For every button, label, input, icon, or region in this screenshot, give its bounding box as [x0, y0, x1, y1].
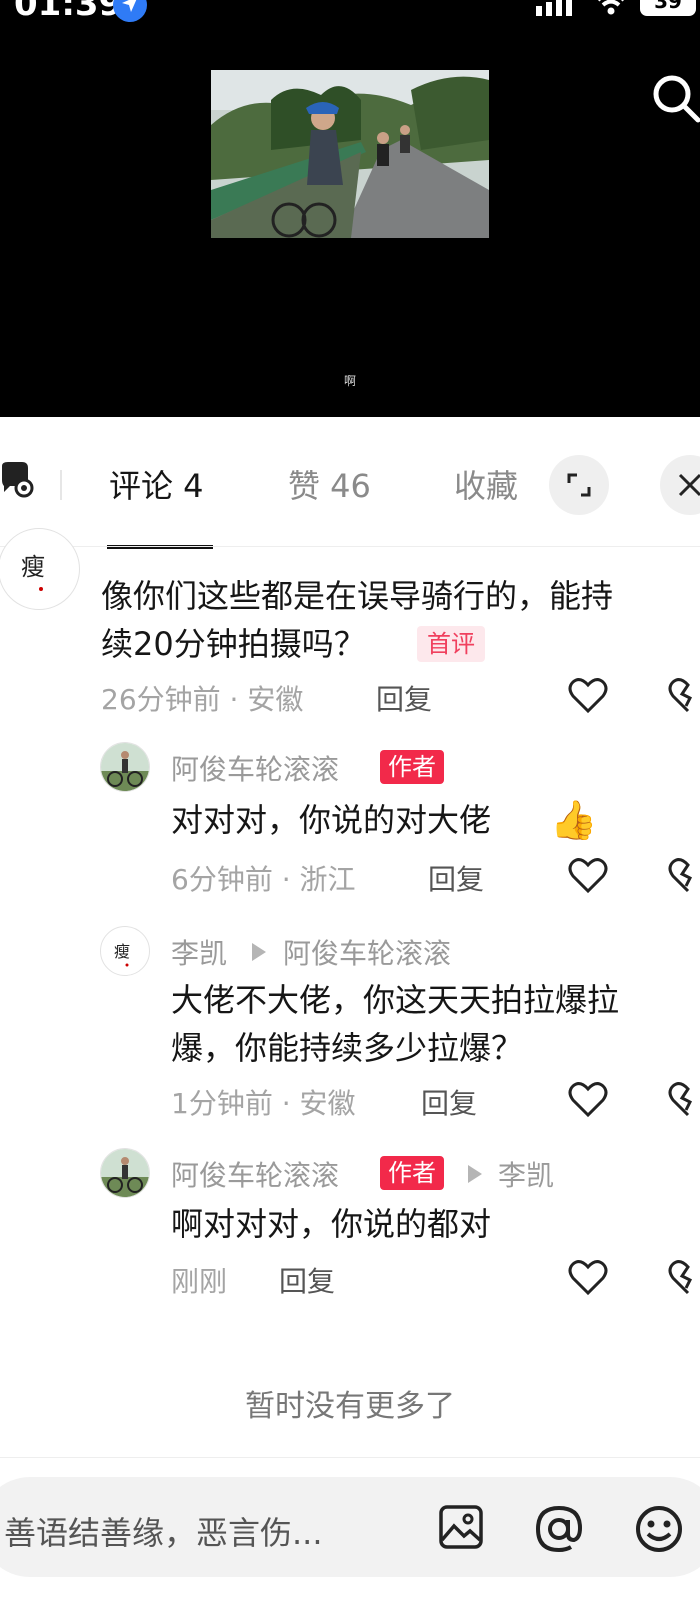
tab-comments[interactable]: 评论 4 [109, 466, 204, 506]
svg-text:瘦: 瘦 [114, 942, 130, 961]
tab-likes[interactable]: 赞 46 [288, 466, 371, 506]
author-badge: 作者 [380, 1156, 444, 1190]
video-player[interactable]: 01:39 39 啊 [0, 0, 700, 417]
reply-button[interactable]: 回复 [421, 1082, 477, 1122]
battery-indicator: 39 [640, 0, 696, 16]
reply-arrow-icon [252, 943, 266, 961]
dislike-icon[interactable] [668, 856, 700, 894]
thumbs-up-emoji: 👍 [550, 798, 598, 842]
comment-text: 像你们这些都是在误导骑行的，能持 [101, 577, 614, 615]
comment-author-name[interactable]: 阿俊车轮滚滚 [171, 748, 339, 788]
image-icon[interactable] [438, 1504, 484, 1550]
reply-arrow-icon [468, 1165, 482, 1183]
reply-button[interactable]: 回复 [428, 858, 484, 898]
chat-settings-icon[interactable] [0, 462, 34, 498]
reply-to-name[interactable]: 阿俊车轮滚滚 [283, 932, 451, 972]
comment-meta: 刚刚 [171, 1265, 228, 1298]
avatar[interactable]: 瘦 [100, 926, 150, 976]
calligraphy-avatar-icon: 瘦 [114, 942, 130, 967]
no-more-comments-text: 暂时没有更多了 [245, 1389, 455, 1424]
avatar[interactable] [100, 1148, 150, 1198]
input-separator [0, 1457, 700, 1458]
comment-text: 爆，你能持续多少拉爆？ [171, 1029, 524, 1067]
search-icon[interactable] [652, 74, 700, 126]
cyclist-avatar-icon [101, 1149, 149, 1197]
calligraphy-avatar-icon: 瘦 [21, 553, 45, 591]
video-thumbnail [211, 70, 489, 238]
comment-text: 啊对对对，你说的都对 [171, 1205, 492, 1243]
video-caption: 啊 [343, 374, 356, 388]
comment-author-name[interactable]: 李凯 [171, 932, 227, 972]
comment-text: 续20分钟拍摄吗？ [101, 625, 366, 663]
avatar[interactable] [100, 742, 150, 792]
comment-meta: 6分钟前 · 浙江 [171, 863, 356, 896]
close-icon [678, 473, 700, 497]
dislike-icon[interactable] [668, 676, 700, 714]
comment-text: 对对对，你说的对大佬 [171, 801, 492, 839]
comment-meta: 1分钟前 · 安徽 [171, 1087, 356, 1120]
first-comment-badge: 首评 [417, 626, 485, 662]
signal-icon [536, 0, 572, 16]
cyclist-avatar-icon [101, 743, 149, 791]
dislike-icon[interactable] [668, 1080, 700, 1118]
dislike-icon[interactable] [668, 1258, 700, 1296]
emoji-icon[interactable] [634, 1504, 684, 1554]
expand-button[interactable] [549, 455, 609, 515]
author-badge: 作者 [380, 750, 444, 784]
reply-button[interactable]: 回复 [376, 678, 432, 718]
reply-button[interactable]: 回复 [279, 1260, 335, 1300]
heart-icon[interactable] [568, 1258, 608, 1296]
wifi-icon [598, 0, 624, 15]
comment-input-placeholder[interactable]: 善语结善缘，恶言伤... [4, 1508, 323, 1554]
comment-author-name[interactable]: 阿俊车轮滚滚 [171, 1154, 339, 1194]
heart-icon[interactable] [568, 676, 608, 714]
avatar[interactable]: 瘦 [0, 528, 80, 610]
heart-icon[interactable] [568, 856, 608, 894]
status-time: 01:39 [14, 0, 123, 24]
svg-text:瘦: 瘦 [21, 553, 45, 581]
heart-icon[interactable] [568, 1080, 608, 1118]
comment-meta: 26分钟前 · 安徽 [101, 683, 304, 716]
panel-separator [0, 546, 700, 547]
expand-icon [567, 473, 591, 497]
comment-text: 大佬不大佬，你这天天拍拉爆拉 [171, 981, 620, 1019]
reply-to-name[interactable]: 李凯 [498, 1154, 554, 1194]
tab-divider [60, 470, 62, 500]
tab-favorites[interactable]: 收藏 [454, 466, 518, 506]
mention-icon[interactable] [534, 1504, 584, 1554]
